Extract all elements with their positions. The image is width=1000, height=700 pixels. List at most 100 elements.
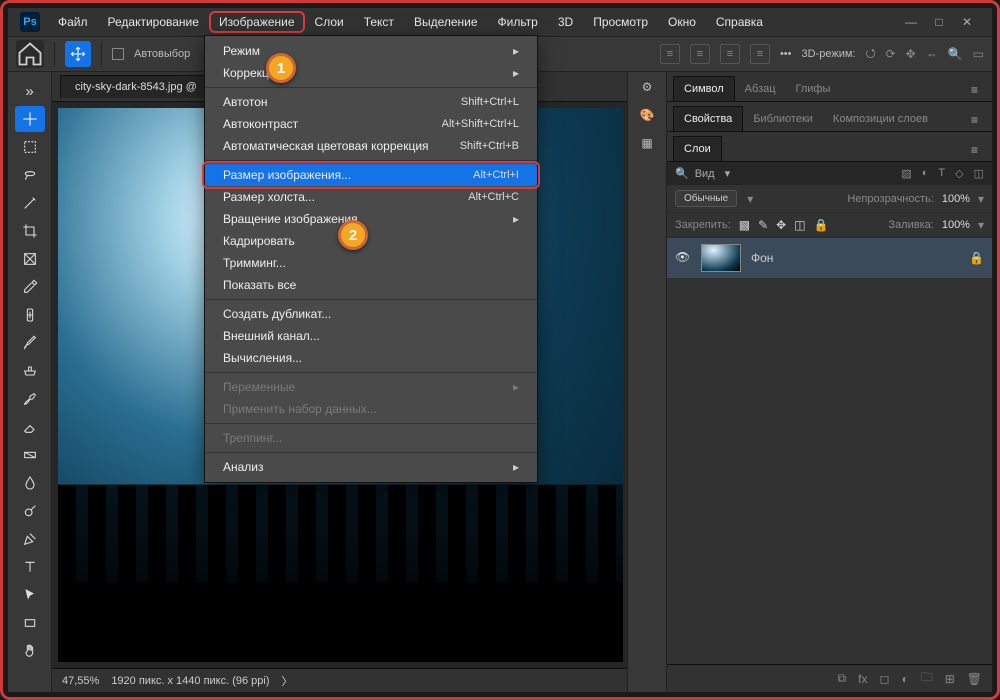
tab-paragraph[interactable]: Абзац [735, 77, 786, 101]
palette-icon[interactable]: 🎨 [640, 108, 655, 122]
menu-изображение[interactable]: Изображение [209, 11, 305, 33]
lock-artboard-icon[interactable]: ◫ [794, 218, 805, 232]
layer-mask-icon[interactable]: ◻ [879, 672, 889, 686]
new-layer-icon[interactable]: ⊞ [945, 672, 955, 686]
align-icon[interactable]: ≡ [690, 44, 710, 64]
panel-menu-icon[interactable]: ≡ [963, 139, 986, 161]
tab-layer-comps[interactable]: Композиции слоев [823, 107, 938, 131]
menu-просмотр[interactable]: Просмотр [583, 11, 658, 33]
align-icon[interactable]: ≡ [660, 44, 680, 64]
menu-item[interactable]: Вращение изображения [205, 208, 537, 230]
pen-tool[interactable] [15, 526, 45, 552]
menu-item[interactable]: Автоматическая цветовая коррекцияShift+C… [205, 135, 537, 157]
brush-tool[interactable] [15, 330, 45, 356]
3d-zoom-icon[interactable]: 🔍 [948, 47, 963, 61]
marquee-tool[interactable] [15, 134, 45, 160]
menu-выделение[interactable]: Выделение [404, 11, 488, 33]
3d-orbit-icon[interactable]: ⭯ [865, 44, 875, 65]
history-brush-tool[interactable] [15, 386, 45, 412]
adjustment-layer-icon[interactable]: ◐ [901, 672, 908, 686]
layer-thumbnail[interactable] [701, 244, 741, 272]
lock-all-icon[interactable]: 🔒 [814, 218, 829, 232]
autoselect-checkbox[interactable] [112, 48, 124, 60]
lock-icon[interactable]: 🔒 [969, 251, 984, 265]
gradient-tool[interactable] [15, 442, 45, 468]
filter-adjust-icon[interactable]: ◐ [922, 167, 929, 180]
menu-справка[interactable]: Справка [706, 11, 773, 33]
opacity-value[interactable]: 100% [942, 193, 970, 205]
filter-pixel-icon[interactable]: ▧ [901, 167, 911, 180]
hand-tool[interactable] [15, 638, 45, 664]
layer-name[interactable]: Фон [751, 251, 773, 265]
menu-редактирование[interactable]: Редактирование [98, 11, 209, 33]
menu-item[interactable]: Режим [205, 40, 537, 62]
window-minimize[interactable]: — [904, 15, 918, 29]
distribute-more-icon[interactable]: ••• [780, 48, 792, 60]
menu-item[interactable]: Создать дубликат... [205, 303, 537, 325]
window-restore[interactable]: □ [932, 15, 946, 29]
healing-brush-tool[interactable] [15, 302, 45, 328]
menu-3d[interactable]: 3D [548, 11, 583, 33]
menu-item[interactable]: Анализ [205, 456, 537, 478]
layer-style-icon[interactable]: fx [858, 672, 867, 686]
path-selection-tool[interactable] [15, 582, 45, 608]
lock-brush-icon[interactable]: ✎ [758, 218, 768, 232]
menu-item[interactable]: АвтоконтрастAlt+Shift+Ctrl+L [205, 113, 537, 135]
group-icon[interactable]: 🗀 [921, 668, 933, 689]
align-icon[interactable]: ≡ [720, 44, 740, 64]
status-chevron-icon[interactable]: 〉 [282, 673, 293, 689]
filter-shape-icon[interactable]: ◇ [955, 167, 963, 180]
crop-tool[interactable] [15, 218, 45, 244]
eraser-tool[interactable] [15, 414, 45, 440]
window-close[interactable]: ✕ [960, 15, 974, 29]
magic-wand-tool[interactable] [15, 190, 45, 216]
swatches-icon[interactable]: ▦ [641, 136, 652, 150]
menu-слои[interactable]: Слои [305, 11, 354, 33]
tab-properties[interactable]: Свойства [673, 106, 743, 131]
move-tool[interactable] [15, 106, 45, 132]
menu-item[interactable]: Вычисления... [205, 347, 537, 369]
document-tab[interactable]: city-sky-dark-8543.jpg @ [60, 75, 212, 98]
zoom-level[interactable]: 47,55% [62, 675, 99, 687]
filter-type-icon[interactable]: T [938, 167, 945, 180]
workspace-icon[interactable]: ▭ [973, 47, 984, 61]
eyedropper-tool[interactable] [15, 274, 45, 300]
home-button[interactable] [16, 40, 44, 68]
rectangle-tool[interactable] [15, 610, 45, 636]
menu-файл[interactable]: Файл [48, 11, 98, 33]
menu-item[interactable]: Размер холста...Alt+Ctrl+C [205, 186, 537, 208]
fill-value[interactable]: 100% [942, 219, 970, 231]
panel-menu-icon[interactable]: ≡ [963, 79, 986, 101]
tab-libraries[interactable]: Библиотеки [743, 107, 823, 131]
lock-pixels-icon[interactable]: ▩ [739, 218, 750, 232]
type-tool[interactable] [15, 554, 45, 580]
clone-stamp-tool[interactable] [15, 358, 45, 384]
blur-tool[interactable] [15, 470, 45, 496]
menu-окно[interactable]: Окно [658, 11, 706, 33]
layer-row[interactable]: 👁 Фон 🔒 [667, 238, 992, 278]
menu-item[interactable]: Показать все [205, 274, 537, 296]
dodge-tool[interactable] [15, 498, 45, 524]
visibility-toggle-icon[interactable]: 👁 [675, 250, 691, 266]
3d-slide-icon[interactable]: ⇔ [926, 47, 938, 61]
layer-filter-kind[interactable]: Вид [695, 168, 715, 180]
blend-mode-select[interactable]: Обычные [675, 190, 737, 207]
menu-item[interactable]: Коррекция [205, 62, 537, 84]
panel-menu-icon[interactable]: ≡ [963, 109, 986, 131]
frame-tool[interactable] [15, 246, 45, 272]
menu-текст[interactable]: Текст [354, 11, 404, 33]
search-icon[interactable]: 🔍 [675, 167, 689, 180]
3d-roll-icon[interactable]: ⟳ [886, 47, 896, 61]
lasso-tool[interactable] [15, 162, 45, 188]
menu-item[interactable]: АвтотонShift+Ctrl+L [205, 91, 537, 113]
menu-фильтр[interactable]: Фильтр [488, 11, 548, 33]
filter-smart-icon[interactable]: ◫ [974, 167, 984, 180]
menu-item[interactable]: Размер изображения...Alt+Ctrl+I [205, 164, 537, 186]
tab-glyphs[interactable]: Глифы [786, 77, 841, 101]
link-layers-icon[interactable]: ⧉ [838, 671, 847, 686]
align-icon[interactable]: ≡ [750, 44, 770, 64]
tab-character[interactable]: Символ [673, 76, 735, 101]
lock-position-icon[interactable]: ✥ [776, 218, 786, 232]
menu-item[interactable]: Внешний канал... [205, 325, 537, 347]
3d-pan-icon[interactable]: ✥ [906, 47, 916, 61]
